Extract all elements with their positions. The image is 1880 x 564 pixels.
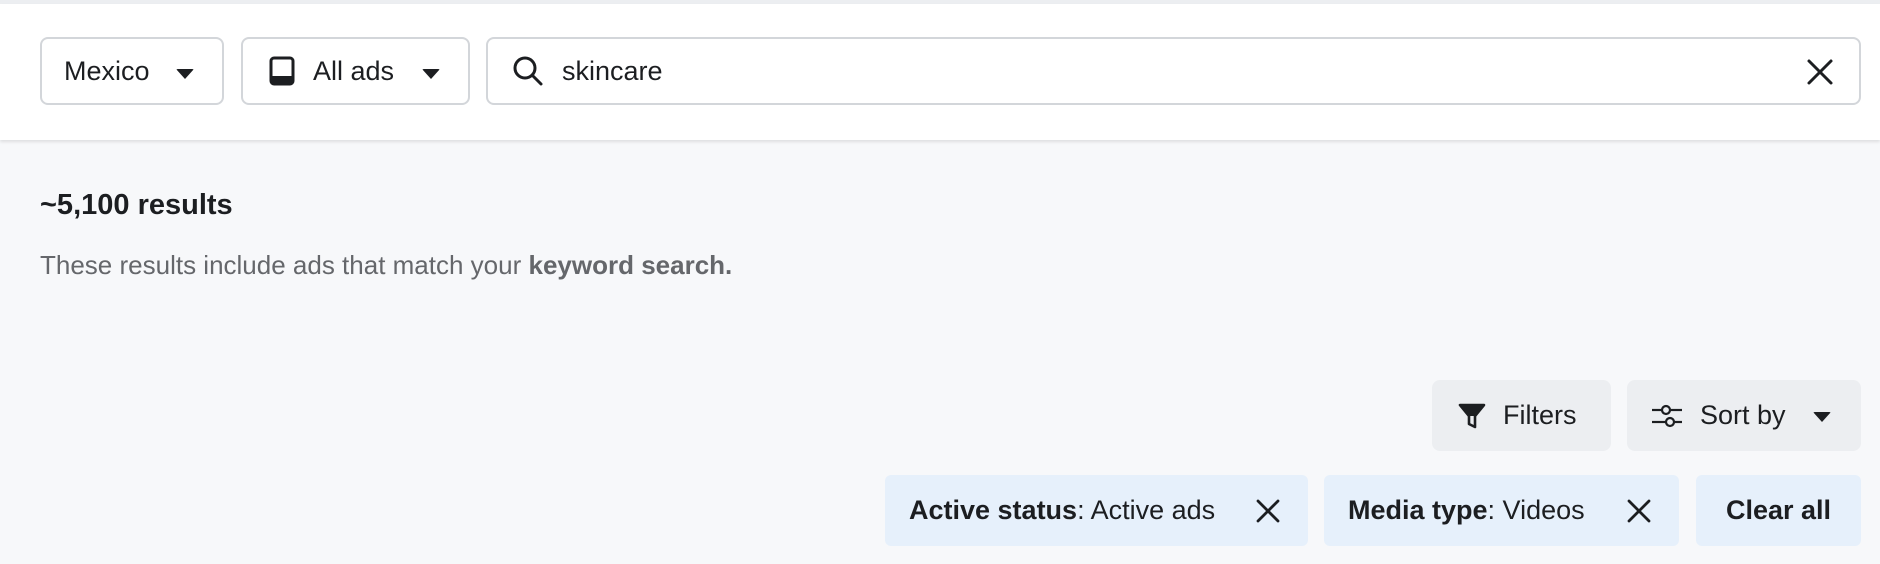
sliders-icon: [1652, 404, 1682, 427]
chevron-down-icon: [176, 69, 194, 79]
clear-all-button[interactable]: Clear all: [1696, 475, 1861, 546]
chevron-down-icon: [422, 69, 440, 79]
chevron-down-icon: [1813, 412, 1831, 422]
filter-chip-media-type: Media type : Videos: [1324, 475, 1679, 546]
results-count: ~5,100 results: [40, 189, 233, 221]
country-label: Mexico: [64, 55, 150, 86]
search-icon: [513, 56, 543, 86]
filters-button[interactable]: Filters: [1432, 380, 1611, 451]
sort-by-button[interactable]: Sort by: [1627, 380, 1861, 451]
funnel-icon: [1458, 403, 1486, 428]
keyword-search-field[interactable]: skincare: [486, 37, 1861, 105]
search-toolbar: Mexico All ads skincare: [0, 4, 1880, 140]
close-icon[interactable]: [1803, 55, 1837, 89]
filter-chip-key: Active status: [909, 495, 1078, 525]
ad-category-label: All ads: [313, 55, 395, 86]
results-description: These results include ads that match you…: [40, 250, 732, 281]
results-description-text: These results include ads that match you…: [40, 250, 522, 280]
sort-by-label: Sort by: [1700, 400, 1786, 430]
results-description-emphasis: keyword search.: [528, 250, 733, 280]
ad-category-dropdown[interactable]: All ads: [241, 37, 470, 105]
country-dropdown[interactable]: Mexico: [40, 37, 224, 105]
filter-chip-key: Media type: [1348, 495, 1488, 525]
tablet-icon: [269, 56, 295, 86]
filters-label: Filters: [1503, 400, 1577, 430]
filter-chip-active-status: Active status : Active ads: [885, 475, 1308, 546]
search-input[interactable]: skincare: [562, 56, 663, 87]
close-icon[interactable]: [1254, 497, 1282, 525]
filter-chip-value: : Active ads: [1077, 495, 1216, 525]
close-icon[interactable]: [1625, 497, 1653, 525]
filter-chip-value: : Videos: [1487, 495, 1585, 525]
